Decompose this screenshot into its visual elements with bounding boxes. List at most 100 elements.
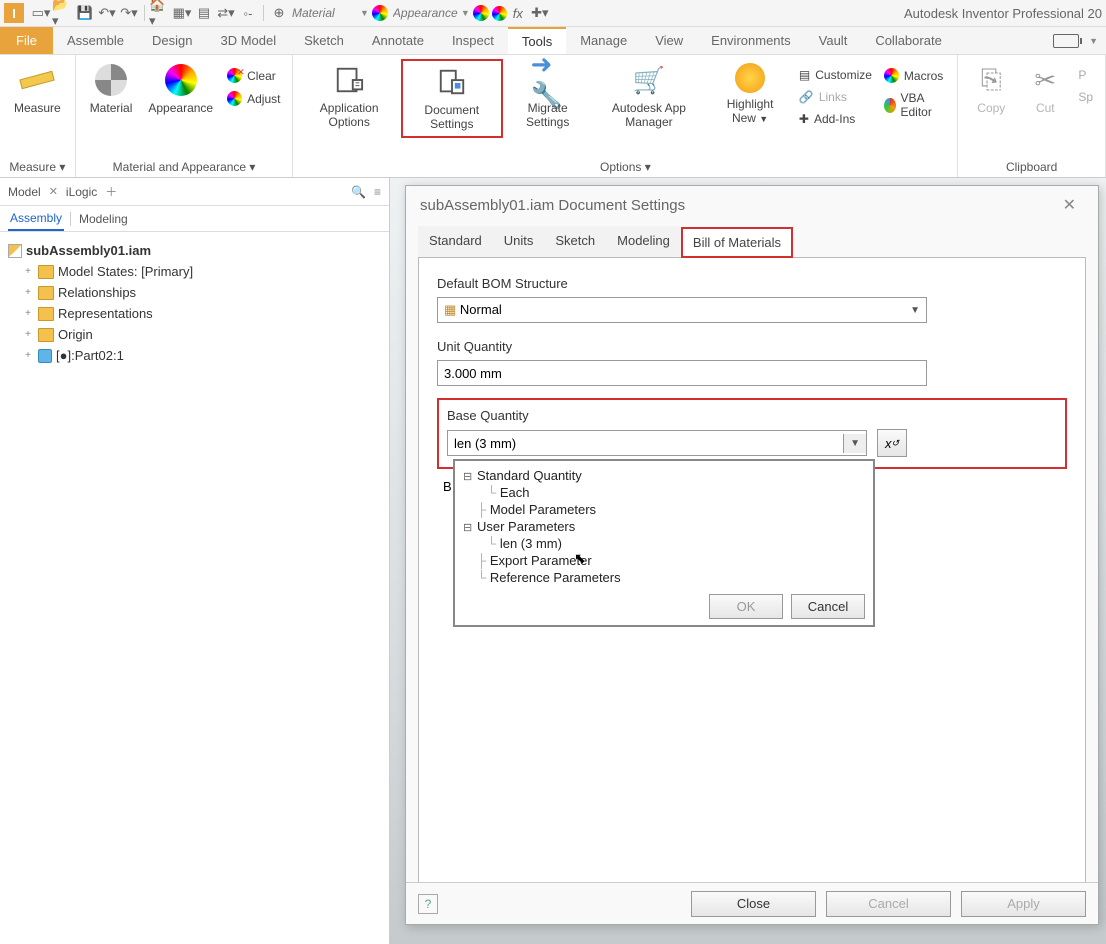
menu-icon[interactable]: ≡	[374, 185, 381, 199]
migrate-settings-button[interactable]: ➜🔧 Migrate Settings	[507, 59, 589, 134]
appearance-selector[interactable]	[391, 4, 461, 22]
vba-editor-button[interactable]: VBA Editor	[880, 88, 949, 122]
tab-sketch[interactable]: Sketch	[544, 226, 606, 257]
tree-node-representations[interactable]: +Representations	[20, 303, 383, 324]
dd-label: Reference Parameters	[490, 570, 621, 585]
node-icon[interactable]: ◦-	[237, 3, 259, 23]
undo-icon[interactable]: ↶▾	[96, 3, 118, 23]
material-button[interactable]: Material	[84, 59, 139, 119]
macros-icon	[884, 68, 899, 83]
chevron-down-icon[interactable]: ▼	[843, 434, 866, 453]
tree-node-part[interactable]: +[●]:Part02:1	[20, 345, 383, 366]
menu-manage[interactable]: Manage	[566, 27, 641, 54]
subtab-modeling[interactable]: Modeling	[77, 208, 130, 230]
close-button[interactable]: Close	[691, 891, 816, 917]
tab-model[interactable]: Model	[8, 185, 41, 199]
adjust-button[interactable]: Adjust	[223, 88, 284, 109]
app-options-button[interactable]: Application Options	[301, 59, 396, 134]
clear-button[interactable]: Clear	[223, 65, 284, 86]
menu-3dmodel[interactable]: 3D Model	[207, 27, 291, 54]
mat-appearance-group-label[interactable]: Material and Appearance ▾	[84, 157, 285, 177]
tab-content: Default BOM Structure ▦ Normal ▼ Unit Qu…	[418, 258, 1086, 882]
highlight-new-button[interactable]: Highlight New ▼	[709, 59, 791, 130]
dd-each[interactable]: └ Each	[463, 484, 865, 501]
tab-modeling[interactable]: Modeling	[606, 226, 681, 257]
dd-user-parameters[interactable]: ⊟User Parameters	[463, 518, 865, 535]
app-manager-icon: 🛒	[632, 63, 666, 97]
dialog-title-text: subAssembly01.iam Document Settings	[420, 197, 685, 214]
dropdown-arrow-icon[interactable]: ▼	[360, 8, 369, 18]
document-settings-button[interactable]: Document Settings	[401, 59, 503, 138]
dd-len[interactable]: └ len (3 mm)	[463, 535, 865, 552]
swap-button[interactable]: x↺	[877, 429, 907, 457]
home-icon[interactable]: 🏠▾	[149, 3, 171, 23]
dialog-titlebar[interactable]: subAssembly01.iam Document Settings ✕	[406, 186, 1098, 224]
layers-icon[interactable]: ▤	[193, 3, 215, 23]
tree-node-model-states[interactable]: +Model States: [Primary]	[20, 261, 383, 282]
base-quantity-section: Base Quantity len (3 mm) ▼ x↺ B ⊟Standar…	[437, 398, 1067, 469]
expand-icon[interactable]: +	[22, 329, 34, 340]
plus-icon[interactable]: ✚▾	[529, 3, 551, 23]
file-menu[interactable]: File	[0, 27, 53, 54]
dd-reference-parameters[interactable]: └ Reference Parameters	[463, 569, 865, 586]
subtab-assembly[interactable]: Assembly	[8, 207, 64, 231]
dropdown-arrow-icon[interactable]: ▼	[1089, 36, 1098, 46]
expand-icon[interactable]: +	[22, 308, 34, 319]
appearance-button[interactable]: Appearance	[142, 59, 219, 119]
dd-standard-quantity[interactable]: ⊟Standard Quantity	[463, 467, 865, 484]
menu-sketch[interactable]: Sketch	[290, 27, 358, 54]
menu-inspect[interactable]: Inspect	[438, 27, 508, 54]
app-manager-button[interactable]: 🛒 Autodesk App Manager	[593, 59, 706, 134]
base-quantity-combo[interactable]: len (3 mm) ▼	[447, 430, 867, 456]
open-icon[interactable]: 📂▾	[52, 3, 74, 23]
dropdown-arrow-icon[interactable]: ▼	[461, 8, 470, 18]
link-icon[interactable]: ⇄▾	[215, 3, 237, 23]
grid-icon[interactable]: ▦▾	[171, 3, 193, 23]
expand-icon[interactable]: +	[22, 266, 34, 277]
tree-root[interactable]: subAssembly01.iam	[6, 240, 383, 261]
appearance-color-icon[interactable]	[473, 5, 489, 21]
unit-quantity-input[interactable]	[437, 360, 927, 386]
fx-icon[interactable]: fx	[507, 3, 529, 23]
tree-node-origin[interactable]: +Origin	[20, 324, 383, 345]
options-group-label[interactable]: Options ▾	[301, 157, 949, 177]
dd-model-parameters[interactable]: ├ Model Parameters	[463, 501, 865, 518]
addins-button[interactable]: ✚Add-Ins	[795, 109, 876, 129]
new-icon[interactable]: ▭▾	[30, 3, 52, 23]
close-icon[interactable]: ✕	[49, 185, 58, 198]
appearance-override-icon[interactable]	[492, 6, 507, 21]
menu-vault[interactable]: Vault	[805, 27, 862, 54]
menu-design[interactable]: Design	[138, 27, 206, 54]
measure-group-label[interactable]: Measure ▾	[8, 157, 67, 177]
add-tab-icon[interactable]: ＋	[105, 183, 117, 200]
globe-icon[interactable]: ⊕	[268, 3, 290, 23]
macros-button[interactable]: Macros	[880, 65, 949, 86]
menu-environments[interactable]: Environments	[697, 27, 804, 54]
tab-standard[interactable]: Standard	[418, 226, 493, 257]
search-icon[interactable]: 🔍	[351, 185, 366, 199]
dd-export-parameter[interactable]: ├ Export Parameter	[463, 552, 865, 569]
redo-icon[interactable]: ↷▾	[118, 3, 140, 23]
expand-icon[interactable]: +	[22, 350, 34, 361]
tree-node-relationships[interactable]: +Relationships	[20, 282, 383, 303]
default-bom-combo[interactable]: ▦ Normal ▼	[437, 297, 927, 323]
save-icon[interactable]: 💾	[74, 3, 96, 23]
menu-annotate[interactable]: Annotate	[358, 27, 438, 54]
close-icon[interactable]: ✕	[1055, 191, 1084, 219]
customize-button[interactable]: ▤Customize	[795, 65, 876, 85]
material-color-icon[interactable]	[372, 5, 388, 21]
measure-button[interactable]: Measure	[8, 59, 67, 119]
tab-ilogic[interactable]: iLogic	[66, 185, 97, 199]
collapse-icon[interactable]: ⊟	[463, 470, 477, 483]
tab-units[interactable]: Units	[493, 226, 545, 257]
expand-icon[interactable]: +	[22, 287, 34, 298]
help-icon[interactable]: ?	[418, 894, 438, 914]
menu-assemble[interactable]: Assemble	[53, 27, 138, 54]
material-selector[interactable]	[290, 4, 360, 22]
tab-bill-of-materials[interactable]: Bill of Materials	[681, 227, 793, 258]
menu-view[interactable]: View	[641, 27, 697, 54]
dropdown-cancel-button[interactable]: Cancel	[791, 594, 865, 619]
collapse-icon[interactable]: ⊟	[463, 521, 477, 534]
menu-collaborate[interactable]: Collaborate	[861, 27, 956, 54]
base-qty-label: Base Quantity	[447, 408, 1057, 423]
